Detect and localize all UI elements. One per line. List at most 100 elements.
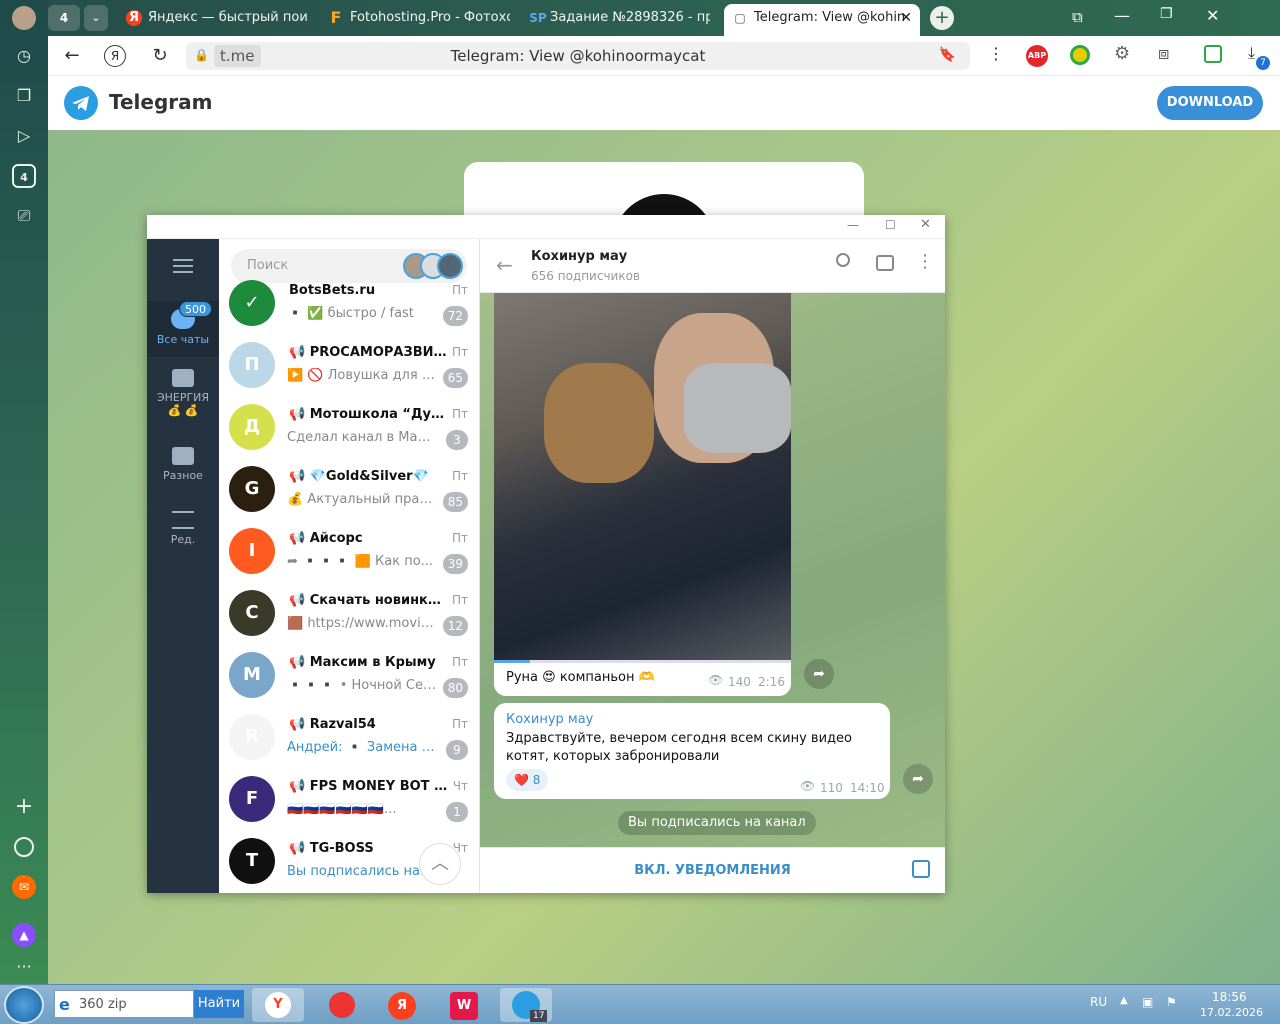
channel-name[interactable]: Кохинур мау [531, 249, 627, 264]
chat-avatar: G [229, 466, 275, 512]
assistant-icon[interactable]: ▲ [12, 923, 36, 947]
mail-icon[interactable]: ✉ [12, 875, 36, 899]
chat-date: Чт [452, 779, 468, 793]
tray-expand-icon[interactable]: ▲ [1120, 995, 1128, 1006]
taskbar-search-button[interactable]: Найти [194, 990, 244, 1018]
message-text: Здравствуйте, вечером сегодня всем скину… [506, 731, 852, 764]
video-thumbnail[interactable] [494, 293, 791, 663]
folder-energiya[interactable]: ЭНЕРГИЯ 💰 💰 [147, 369, 219, 417]
tab-fotohosting[interactable]: F Fotohosting.Pro - Фотохо [320, 4, 510, 32]
settings-gear-icon[interactable]: ⚙ [1114, 43, 1130, 64]
page-favicon-icon: ▢ [734, 11, 746, 25]
tab-zadanie[interactable]: SP Задание №2898326 - про [520, 4, 710, 32]
window-minimize-icon[interactable]: — [847, 218, 859, 232]
folder-all-chats[interactable]: Все чаты 500 [147, 301, 219, 357]
screenshot-icon[interactable]: ⎚ [12, 204, 36, 228]
chat-name: 📢 PROСАМОРАЗВИТИЕ [289, 345, 449, 360]
more-menu-icon[interactable]: ⋮ [916, 251, 934, 272]
downloads-badge: 7 [1256, 56, 1270, 70]
video-icon[interactable]: ▷ [12, 124, 36, 148]
taskbar-wildberries-app[interactable]: W [438, 988, 490, 1022]
brand-name: Telegram [109, 90, 213, 114]
unread-count-badge: 72 [442, 306, 468, 326]
chat-list-item[interactable]: ✓ BotsBets.ru Пт ▪️ ✅ быстро / fast 72 [219, 273, 479, 335]
more-icon[interactable]: ··· [12, 955, 36, 979]
tab-yandex[interactable]: Я Яндекс — быстрый поиск [118, 4, 308, 32]
start-button[interactable] [4, 986, 44, 1024]
close-window-icon[interactable]: ✕ [1206, 6, 1219, 25]
unread-count-badge: 1 [446, 802, 468, 822]
tab-telegram[interactable]: ▢ Telegram: View @kohin ✕ [724, 4, 920, 36]
folder-edit[interactable]: Ред. [147, 509, 219, 546]
bookmark-icon[interactable]: 🔖 [939, 47, 956, 63]
chat-list-item[interactable]: I 📢 Айсорс Пт ➦ ▪️▪️▪️ 🟧 Как по... 39 [219, 521, 479, 583]
text-message[interactable]: Кохинур мау Здравствуйте, вечером сегодн… [494, 703, 890, 799]
extensions-puzzle-icon[interactable]: ⧈ [1158, 43, 1169, 64]
taskbar-yandex-browser[interactable]: Y [252, 988, 304, 1022]
restore-icon[interactable]: ❐ [1160, 6, 1173, 22]
chat-list-item[interactable]: М 📢 Максим в Крыму Пт ▪️▪️▪️ • Ночной Сев..… [219, 645, 479, 707]
back-arrow-icon[interactable]: ← [496, 253, 513, 277]
search-icon[interactable] [836, 253, 850, 267]
address-bar: ← Я ↻ 🔒 t.me Telegram: View @kohinoormay… [48, 36, 1280, 76]
video-message[interactable]: Руна 😍 компаньон 🫶 👁 140 2:16 [494, 293, 791, 696]
minimize-icon[interactable]: — [1114, 6, 1130, 25]
sync-icon[interactable] [1204, 45, 1222, 63]
message-time: 14:10 [850, 781, 885, 795]
folder-label: Ред. [170, 533, 196, 546]
yandex-home-icon[interactable]: Я [104, 45, 126, 67]
new-tab-button[interactable]: + [930, 6, 954, 30]
scroll-up-button[interactable]: ︿ [419, 843, 461, 885]
chat-list-item[interactable]: F 📢 FPS MONEY BOT 📯 Чт 🇷🇺🇷🇺🇷🇺🇷🇺🇷🇺🇷🇺... 1 [219, 769, 479, 831]
tabs-count-icon[interactable]: 4 [12, 164, 36, 188]
taskbar-yandex-app[interactable]: Я [376, 988, 428, 1022]
alice-icon[interactable] [14, 837, 34, 857]
back-arrow-icon[interactable]: ← [60, 44, 84, 68]
network-icon[interactable]: ▣ [1142, 995, 1153, 1009]
window-close-icon[interactable]: ✕ [920, 217, 931, 232]
download-button[interactable]: DOWNLOAD [1157, 86, 1263, 120]
clock-date[interactable]: 17.02.2026 [1200, 1006, 1263, 1019]
downloads-icon[interactable]: ⤓ [1248, 43, 1255, 63]
video-progress-bar[interactable] [494, 660, 791, 663]
url-field[interactable]: 🔒 t.me Telegram: View @kohinoormaycat 🔖 [186, 42, 970, 70]
adblock-icon[interactable]: ABP [1026, 45, 1048, 67]
tab-list-chevron-icon[interactable]: ⌄ [84, 5, 108, 31]
sidebar-toggle-icon[interactable] [876, 255, 894, 271]
clock-time[interactable]: 18:56 [1212, 990, 1247, 1004]
reaction-chip[interactable]: ❤️ 8 [506, 769, 549, 791]
window-maximize-icon[interactable]: ☐ [885, 218, 896, 232]
folder-raznoe[interactable]: Разное [147, 447, 219, 482]
collections-icon[interactable]: ❐ [12, 84, 36, 108]
chat-avatar: T [229, 838, 275, 884]
hamburger-menu-icon[interactable] [173, 259, 193, 273]
taskbar-search-field[interactable]: e 360 zip [54, 990, 194, 1018]
chat-preview: Андрей: ▪️ Замена рул... [287, 740, 437, 755]
add-icon[interactable]: + [12, 795, 36, 819]
chat-avatar: F [229, 776, 275, 822]
flag-icon[interactable]: ⚑ [1166, 995, 1177, 1009]
forward-button[interactable]: ➦ [903, 764, 933, 794]
taskbar-telegram-app[interactable]: 17 [500, 988, 552, 1022]
chat-preview: ➦ ▪️▪️▪️ 🟧 Как по... [287, 554, 434, 569]
user-avatar[interactable] [12, 6, 36, 30]
chat-list-item[interactable]: С 📢 Скачать новинки к... Пт 🟫 https://www.m… [219, 583, 479, 645]
notifications-button[interactable]: ВКЛ. УВЕДОМЛЕНИЯ [480, 863, 945, 878]
forward-button[interactable]: ➦ [804, 659, 834, 689]
bookmarks-panel-icon[interactable]: ⧉ [1072, 8, 1083, 26]
extension-green-icon[interactable] [1070, 45, 1090, 65]
tab-counter-button[interactable]: 4 [48, 5, 80, 31]
chat-list-item[interactable]: R 📢 Razval54 Пт Андрей: ▪️ Замена рул... 9 [219, 707, 479, 769]
taskbar-parrot-app[interactable] [316, 988, 368, 1022]
chat-list-item[interactable]: Д 📢 Мотошкола “Дух Эн...Пт Сделал канал в … [219, 397, 479, 459]
menu-dots-icon[interactable]: ⋮ [988, 44, 1004, 63]
chat-list-item[interactable]: G 📢 💎Gold&Silver💎 Пт 💰 Актуальный прайс ...… [219, 459, 479, 521]
taskbar-language[interactable]: RU [1090, 995, 1107, 1009]
reload-icon[interactable]: ↻ [148, 44, 172, 68]
folder-label: Разное [163, 469, 203, 482]
history-icon[interactable]: ◷ [12, 44, 36, 68]
message-author[interactable]: Кохинур мау [506, 712, 593, 727]
gift-icon[interactable] [912, 860, 930, 878]
close-tab-icon[interactable]: ✕ [900, 4, 912, 32]
chat-list-item[interactable]: П 📢 PROСАМОРАЗВИТИЕ Пт ▶️ 🚫 Ловушка для м..… [219, 335, 479, 397]
